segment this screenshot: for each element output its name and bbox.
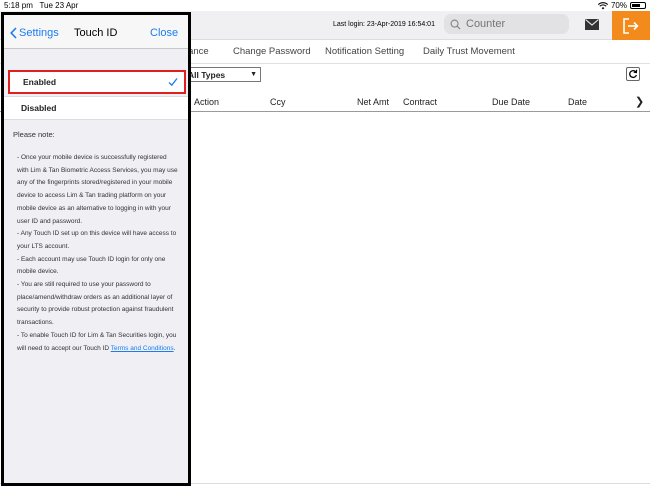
- panel-title: Touch ID: [74, 27, 118, 39]
- status-bar: 5:18 pm Tue 23 Apr 70%: [0, 0, 650, 11]
- note-item: - Any Touch ID set up on this device wil…: [17, 230, 177, 250]
- column-net-amt: Net Amt: [357, 97, 390, 107]
- option-disabled-label: Disabled: [21, 103, 57, 113]
- battery-icon: [630, 2, 646, 9]
- chevron-right-icon[interactable]: ❯: [635, 95, 644, 108]
- column-due-date: Due Date: [492, 97, 531, 107]
- note-item: - To enable Touch ID for Lim & Tan Secur…: [17, 330, 179, 355]
- tab-change-password[interactable]: Change Password: [233, 46, 311, 57]
- status-time-date: 5:18 pm Tue 23 Apr: [4, 1, 78, 10]
- column-contract: Contract: [403, 97, 438, 107]
- back-button[interactable]: Settings: [10, 27, 59, 39]
- touch-id-panel: Settings Touch ID Close Enabled Disabled…: [1, 12, 191, 486]
- tab-notification-setting[interactable]: Notification Setting: [325, 46, 404, 57]
- back-label: Settings: [19, 27, 59, 39]
- close-button[interactable]: Close: [150, 27, 178, 39]
- logout-icon: [623, 17, 639, 34]
- note-label: Please note:: [13, 130, 55, 139]
- search-input[interactable]: [466, 18, 566, 30]
- wifi-icon: [597, 1, 608, 9]
- chevron-down-icon: ▼: [250, 71, 257, 78]
- last-login: Last login: 23-Apr-2019 16:54:01: [333, 21, 435, 28]
- status-time: 5:18 pm: [4, 1, 33, 10]
- type-select-value: All Types: [188, 69, 226, 80]
- tab-daily-trust-movement[interactable]: Daily Trust Movement: [423, 46, 515, 57]
- note-text: .: [173, 344, 176, 352]
- status-date: Tue 23 Apr: [39, 1, 79, 10]
- refresh-button[interactable]: [626, 67, 640, 81]
- mail-icon[interactable]: [585, 19, 599, 30]
- search-box[interactable]: [444, 14, 569, 34]
- chevron-left-icon: [10, 27, 17, 39]
- option-enabled[interactable]: Enabled: [8, 70, 186, 94]
- battery-percent: 70%: [610, 1, 627, 10]
- checkmark-icon: [168, 78, 178, 87]
- refresh-icon: [629, 69, 638, 79]
- note-item: - Each account may use Touch ID login fo…: [17, 255, 166, 276]
- column-date: Date: [568, 97, 588, 107]
- note-body: - Once your mobile device is successfull…: [17, 152, 179, 355]
- type-select[interactable]: All Types ▼: [183, 67, 261, 82]
- column-action: Action: [194, 97, 220, 107]
- logout-button[interactable]: [612, 11, 650, 40]
- note-item: - Once your mobile device is successfull…: [17, 154, 178, 225]
- column-ccy: Ccy: [270, 97, 286, 107]
- note-item: - You are still required to use your pas…: [17, 281, 174, 327]
- option-disabled[interactable]: Disabled: [4, 96, 188, 120]
- terms-link[interactable]: Terms and Conditions: [111, 345, 174, 352]
- status-indicators: 70%: [597, 1, 646, 10]
- search-icon: [450, 19, 461, 30]
- panel-header: Settings Touch ID Close: [4, 15, 188, 49]
- option-enabled-label: Enabled: [23, 77, 57, 87]
